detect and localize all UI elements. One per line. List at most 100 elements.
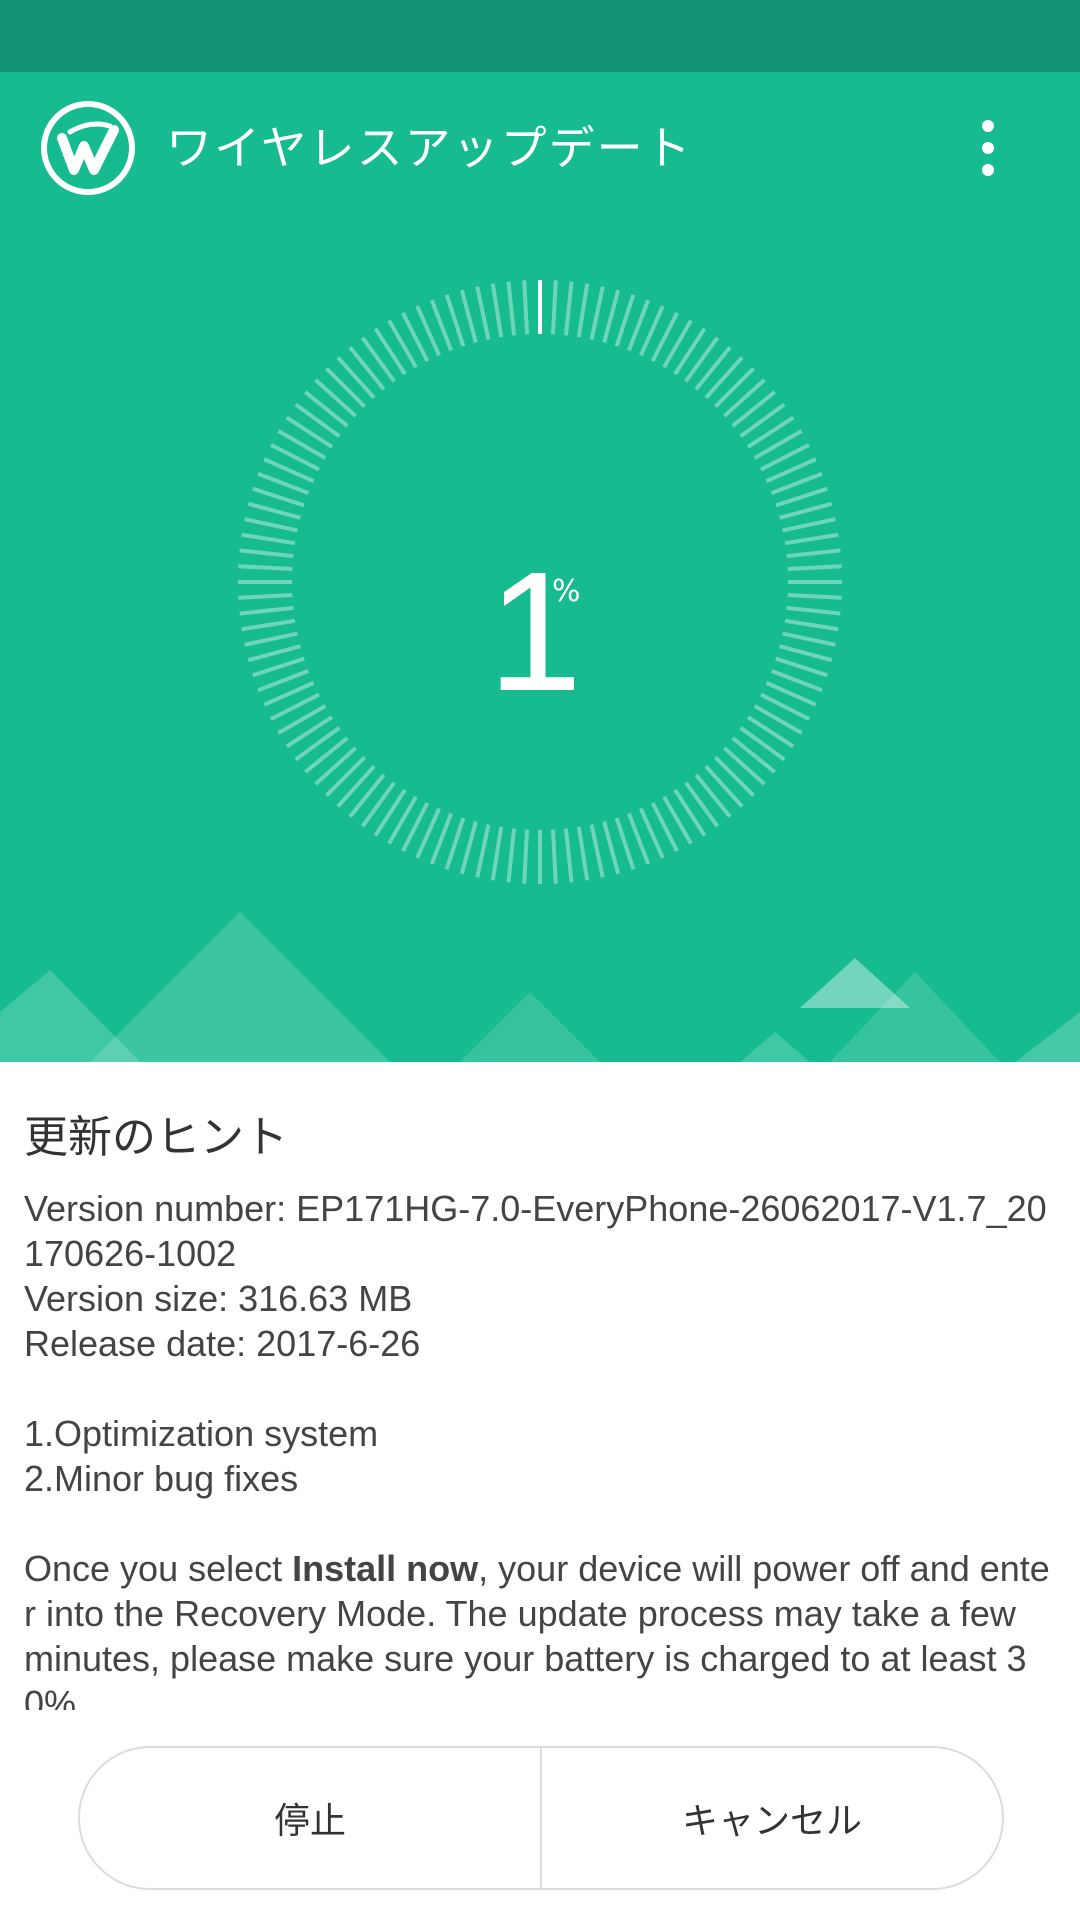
progress-tick [614, 294, 636, 347]
progress-tick [563, 828, 574, 883]
menu-dot [982, 142, 994, 154]
app-bar: ワイヤレスアップデート [0, 72, 1080, 222]
progress-tick [722, 378, 766, 418]
progress-tick [614, 817, 636, 870]
progress-tick [602, 821, 621, 875]
progress-tick [506, 828, 517, 883]
wireless-update-logo-icon [41, 101, 135, 195]
progress-tick [782, 517, 836, 533]
progress-tick [475, 286, 491, 340]
progress-tick [252, 486, 305, 508]
progress-tick [238, 592, 293, 600]
progress-tick [786, 548, 841, 559]
progress-tick [786, 605, 841, 616]
progress-tick [360, 781, 396, 828]
progress-tick [784, 532, 839, 546]
progress-tick [294, 726, 341, 762]
progress-tick [444, 294, 466, 347]
progress-tick [782, 631, 836, 647]
install-now-emphasis: Install now [292, 1548, 479, 1589]
progress-tick [239, 605, 294, 616]
progress-tick [694, 346, 732, 391]
progress-tick [576, 826, 590, 881]
progress-tick [589, 286, 605, 340]
progress-tick [336, 764, 376, 808]
progress-tick [239, 548, 294, 559]
update-hints-title: 更新のヒント [24, 1112, 288, 1163]
version-size: Version size: 316.63 MB [24, 1278, 413, 1319]
progress-tick [252, 656, 305, 678]
progress-tick [731, 736, 776, 774]
progress-tick [602, 289, 621, 343]
progress-tick [713, 367, 755, 409]
progress-tick [739, 726, 786, 762]
progress-tick [550, 829, 558, 884]
progress-tick [336, 356, 376, 400]
progress-tick [247, 644, 301, 663]
progress-tick [739, 402, 786, 438]
progress-tick [684, 781, 720, 828]
install-notice: Once you select Install now, your device… [24, 1546, 1054, 1710]
progress-tick [787, 564, 842, 572]
progress-tick [779, 501, 833, 520]
progress-hero: ワイヤレスアップデート 1 % [0, 72, 1080, 1062]
progress-tick [522, 280, 530, 335]
progress-tick [694, 773, 732, 818]
update-info: 更新のヒント Version number: EP171HG-7.0-Every… [24, 1100, 1054, 1710]
progress-tick [775, 656, 828, 678]
progress-tick [459, 821, 478, 875]
progress-tick [247, 501, 301, 520]
progress-tick [314, 746, 358, 786]
more-vert-icon[interactable] [960, 110, 1016, 186]
release-date: Release date: 2017-6-26 [24, 1323, 421, 1364]
progress-tick [787, 592, 842, 600]
progress-tick [506, 281, 517, 336]
progress-tick [550, 280, 558, 335]
progress-tick [360, 336, 396, 383]
progress-tick [775, 486, 828, 508]
progress-tick [589, 824, 605, 878]
progress-tick [563, 281, 574, 336]
progress-tick [673, 327, 707, 376]
progress-tick [241, 618, 296, 632]
progress-tick [459, 289, 478, 343]
progress-tick [784, 618, 839, 632]
progress-tick [285, 415, 334, 449]
menu-dot [982, 164, 994, 176]
progress-tick [779, 644, 833, 663]
change-item: 1.Optimization system [24, 1413, 379, 1454]
progress-tick [673, 788, 707, 837]
progress-tick [373, 327, 407, 376]
progress-tick [373, 788, 407, 837]
version-number: Version number: EP171HG-7.0-EveryPhone-2… [24, 1188, 1047, 1274]
progress-tick [490, 826, 504, 881]
cancel-button[interactable]: キャンセル [542, 1748, 1002, 1888]
progress-tick [475, 824, 491, 878]
install-notice-prefix: Once you select [24, 1548, 293, 1589]
progress-tick [444, 817, 466, 870]
progress-tick [244, 517, 298, 533]
progress-tick [522, 829, 530, 884]
change-item: 2.Minor bug fixes [24, 1458, 299, 1499]
progress-tick [294, 402, 341, 438]
progress-percent-sign: % [552, 574, 581, 609]
progress-tick [746, 415, 795, 449]
progress-tick [241, 532, 296, 546]
progress-tick [348, 346, 386, 391]
progress-tick [731, 390, 776, 428]
progress-tick [684, 336, 720, 383]
app-title: ワイヤレスアップデート [166, 121, 693, 175]
progress-tick [704, 356, 744, 400]
progress-tick [576, 283, 590, 338]
progress-tick [304, 736, 349, 774]
progress-readout: 1 % [440, 512, 640, 752]
progress-tick [704, 764, 744, 808]
progress-percent-value: 1 [487, 537, 583, 727]
progress-tick [348, 773, 386, 818]
progress-tick [325, 755, 367, 797]
progress-tick [314, 378, 358, 418]
progress-tick [746, 715, 795, 749]
stop-button[interactable]: 停止 [80, 1748, 540, 1888]
status-bar [0, 0, 1080, 72]
progress-tick [325, 367, 367, 409]
